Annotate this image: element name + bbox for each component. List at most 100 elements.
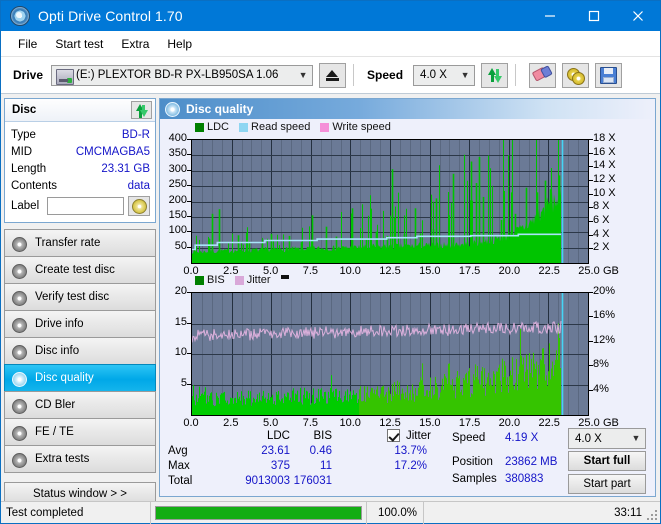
y-axis-tick-left: 150 bbox=[168, 208, 187, 221]
menu-extra[interactable]: Extra bbox=[112, 34, 158, 54]
y-tick-mark bbox=[187, 139, 191, 140]
sidebar-item-fe-te[interactable]: FE / TE bbox=[4, 418, 156, 446]
y-axis-tick-right: 20% bbox=[593, 285, 616, 297]
legend-item: LDC bbox=[195, 121, 229, 133]
sidebar-item-create-test-disc[interactable]: Create test disc bbox=[4, 256, 156, 284]
sidebar-item-label: CD Bler bbox=[35, 399, 76, 411]
y-axis-tick-right: 10 X bbox=[593, 186, 616, 199]
y-axis-tick-right: 6 X bbox=[593, 214, 610, 227]
legend-swatch bbox=[195, 122, 204, 132]
legend-swatch bbox=[239, 122, 249, 132]
sidebar-item-label: Disc info bbox=[35, 345, 80, 357]
disc-row-value: data bbox=[127, 179, 150, 192]
legend-label: Read speed bbox=[251, 121, 311, 133]
disc-row-key: Length bbox=[11, 162, 47, 175]
copy-disc-button[interactable] bbox=[562, 62, 590, 88]
disc-row-contents: Contents data bbox=[11, 177, 150, 194]
erase-button[interactable] bbox=[529, 62, 557, 88]
save-button[interactable] bbox=[595, 62, 623, 88]
disc-panel: Disc Type BD-R MID CMCMAGBA5 Length 23.3… bbox=[4, 98, 156, 223]
disc-label-button[interactable] bbox=[128, 196, 150, 216]
legend-label: Jitter bbox=[246, 274, 271, 286]
y-tick-mark bbox=[589, 234, 593, 236]
maximize-button[interactable] bbox=[572, 1, 616, 31]
disc-refresh-button[interactable] bbox=[131, 101, 152, 119]
sidebar-item-disc-quality[interactable]: Disc quality bbox=[4, 364, 156, 392]
disc-icon bbox=[11, 317, 28, 333]
stats-value-jitter: 13.7% bbox=[394, 445, 427, 457]
close-button[interactable] bbox=[616, 1, 660, 31]
sidebar-item-label: Transfer rate bbox=[35, 237, 101, 249]
position-stat-value: 23862 MB bbox=[505, 456, 558, 468]
refresh-icon bbox=[135, 103, 149, 118]
menu-start-test[interactable]: Start test bbox=[46, 34, 112, 54]
menu-file[interactable]: File bbox=[9, 34, 46, 54]
stats-value-ldc: 23.61 bbox=[261, 445, 290, 457]
sidebar-item-verify-test-disc[interactable]: Verify test disc bbox=[4, 283, 156, 311]
y-axis-tick-right: 12% bbox=[593, 333, 616, 346]
disc-row-key: MID bbox=[11, 145, 33, 158]
app-logo-icon bbox=[10, 6, 30, 26]
content-panel: Disc quality LDC Read speed Write speed 50 1… bbox=[159, 98, 656, 497]
chart-legend: BIS Jitter bbox=[195, 274, 289, 286]
y-tick-mark bbox=[589, 152, 593, 154]
disc-icon bbox=[131, 198, 147, 214]
title-bar: Opti Drive Control 1.70 bbox=[1, 1, 660, 31]
stats-value-bis: 11 bbox=[320, 460, 332, 472]
y-tick-mark bbox=[187, 353, 191, 354]
y-tick-mark bbox=[187, 246, 191, 248]
sidebar-item-cd-bler[interactable]: CD Bler bbox=[4, 391, 156, 419]
chart-legend: LDC Read speed Write speed bbox=[195, 121, 398, 133]
stats-row-label: Max bbox=[168, 460, 190, 472]
progress-bar bbox=[151, 502, 366, 524]
disc-row-mid: MID CMCMAGBA5 bbox=[11, 143, 150, 160]
y-tick-mark bbox=[187, 231, 191, 233]
start-part-button[interactable]: Start part bbox=[568, 474, 646, 494]
disc-info-rows: Type BD-R MID CMCMAGBA5 Length 23.31 GB … bbox=[5, 122, 155, 222]
start-full-button[interactable]: Start full bbox=[568, 451, 646, 471]
disc-icon bbox=[11, 344, 28, 360]
chevron-down-icon: ▼ bbox=[460, 69, 470, 80]
jitter-checkbox[interactable] bbox=[387, 429, 400, 442]
drive-select[interactable]: (E:) PLEXTOR BD-R PX-LB950SA 1.06 ▼ bbox=[51, 64, 314, 86]
status-bar: Test completed 100.0% 33:11 bbox=[1, 501, 660, 524]
toolbar-divider-1 bbox=[353, 64, 355, 86]
plot-area bbox=[191, 139, 589, 264]
minimize-button[interactable] bbox=[528, 1, 572, 31]
resize-grip[interactable] bbox=[645, 508, 657, 520]
y-tick-mark bbox=[589, 365, 593, 367]
y-tick-mark bbox=[187, 322, 191, 324]
eraser-icon bbox=[531, 65, 554, 85]
disc-row-value: CMCMAGBA5 bbox=[75, 145, 150, 158]
legend-item: BIS bbox=[195, 274, 225, 286]
menu-help[interactable]: Help bbox=[158, 34, 201, 54]
stats-header-bis: BIS bbox=[313, 430, 332, 442]
progress-track bbox=[155, 505, 362, 520]
stats-value-bis: 176031 bbox=[293, 475, 332, 487]
stats-value-ldc: 375 bbox=[270, 460, 290, 472]
disc-label-input[interactable] bbox=[47, 197, 124, 215]
legend-swatch bbox=[195, 275, 204, 285]
sidebar-item-drive-info[interactable]: Drive info bbox=[4, 310, 156, 338]
y-axis-tick-right: 4 X bbox=[593, 227, 610, 240]
content-header: Disc quality bbox=[160, 99, 655, 119]
y-tick-mark bbox=[589, 316, 593, 318]
disc-row-length: Length 23.31 GB bbox=[11, 160, 150, 177]
sidebar-item-extra-tests[interactable]: Extra tests bbox=[4, 445, 156, 473]
y-tick-mark bbox=[589, 207, 593, 209]
refresh-button[interactable] bbox=[481, 62, 509, 88]
sidebar-nav: Transfer rate Create test disc Verify te… bbox=[4, 229, 156, 473]
y-axis-tick-right: 4% bbox=[593, 382, 609, 395]
speed-select-bottom[interactable]: 4.0 X ▼ bbox=[568, 428, 646, 449]
y-axis-tick-right: 12 X bbox=[593, 173, 616, 186]
speed-select[interactable]: 4.0 X ▼ bbox=[413, 64, 476, 86]
disc-icon bbox=[11, 236, 28, 252]
sidebar-item-transfer-rate[interactable]: Transfer rate bbox=[4, 229, 156, 257]
toolbar: Drive (E:) PLEXTOR BD-R PX-LB950SA 1.06 … bbox=[1, 57, 660, 94]
y-tick-mark bbox=[589, 292, 593, 293]
disc-row-value: 23.31 GB bbox=[101, 162, 150, 175]
eject-button[interactable] bbox=[319, 62, 347, 88]
y-tick-mark bbox=[589, 193, 593, 195]
sidebar-item-disc-info[interactable]: Disc info bbox=[4, 337, 156, 365]
legend-swatch bbox=[320, 122, 330, 132]
